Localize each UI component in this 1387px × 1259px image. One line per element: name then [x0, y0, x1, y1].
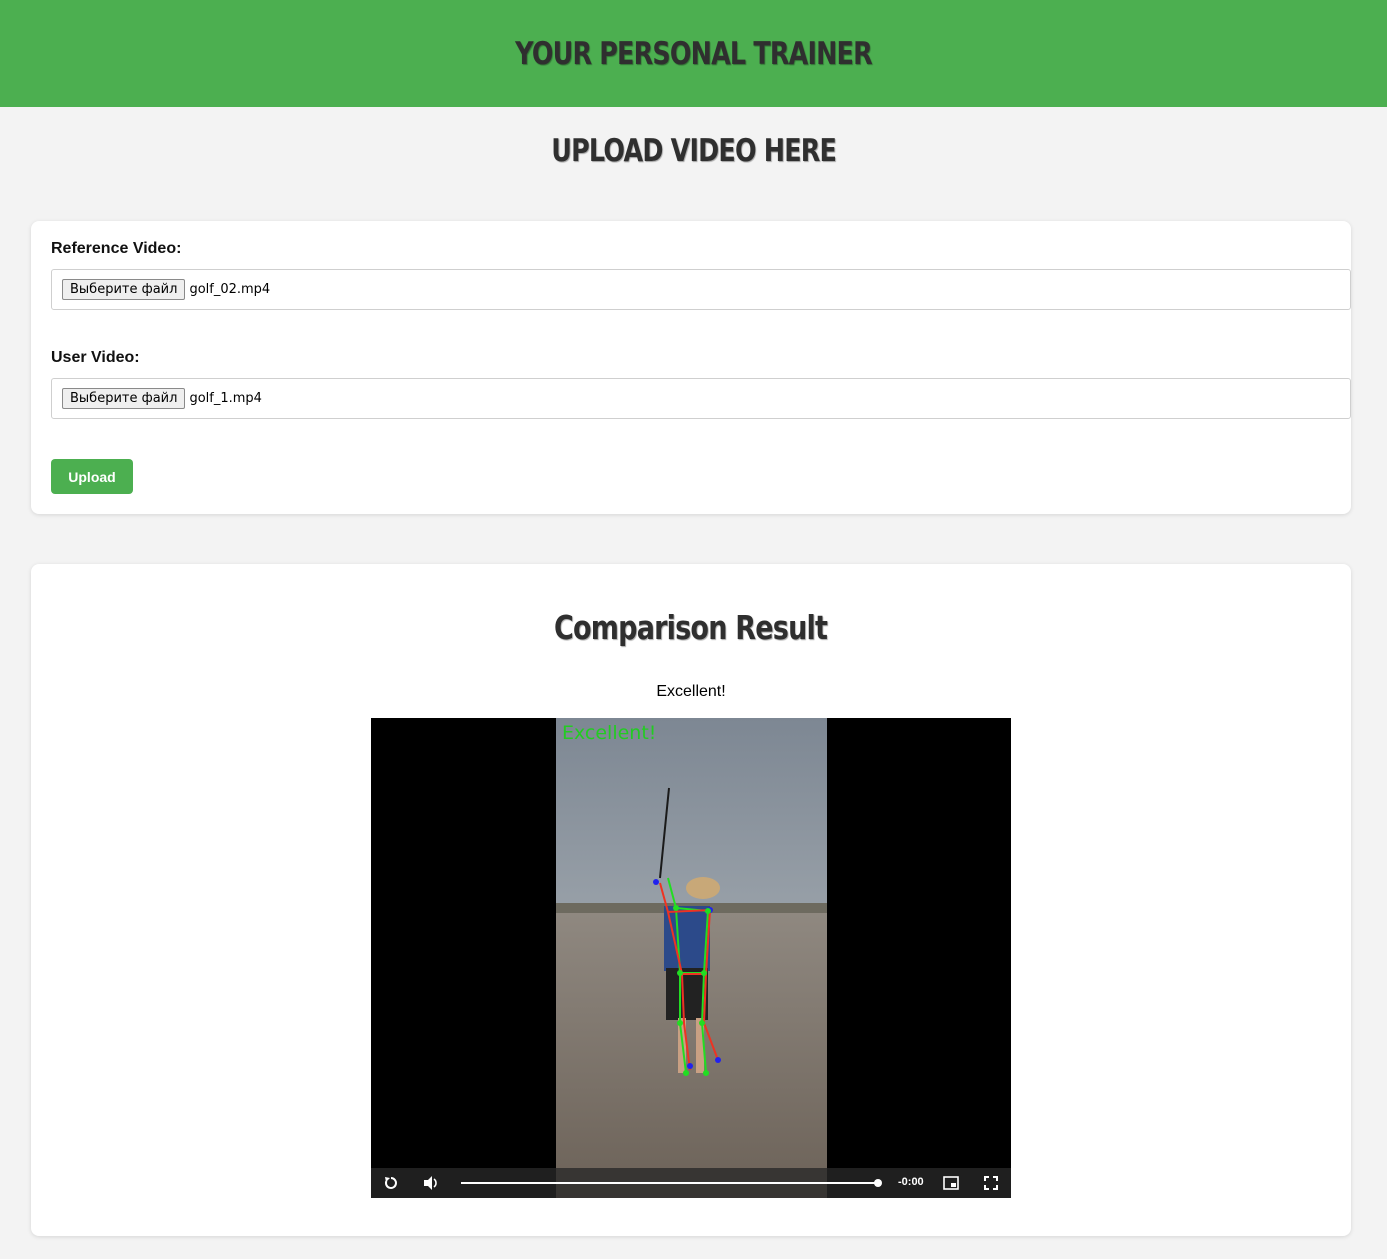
result-video-player[interactable]: Excellent! -0:00: [371, 718, 1011, 1198]
video-progress-handle[interactable]: [874, 1179, 882, 1187]
video-overlay-text: Excellent!: [562, 722, 656, 744]
video-time-remaining: -0:00: [898, 1176, 924, 1188]
user-video-label: User Video:: [51, 349, 140, 366]
fullscreen-icon[interactable]: [981, 1174, 1001, 1192]
reference-video-label: Reference Video:: [51, 240, 182, 257]
page-title: UPLOAD VIDEO HERE: [551, 133, 837, 169]
result-message: Excellent!: [656, 683, 726, 700]
app-header: YOUR PERSONAL TRAINER: [0, 0, 1387, 107]
result-title: Comparison Result: [554, 608, 828, 647]
video-progress-bar[interactable]: [461, 1182, 879, 1184]
video-frame: Excellent!: [556, 718, 827, 1198]
upload-button[interactable]: Upload: [51, 459, 133, 494]
user-choose-file-button[interactable]: Выберите файл: [62, 388, 186, 409]
reference-choose-file-button[interactable]: Выберите файл: [62, 279, 186, 300]
volume-icon[interactable]: [421, 1174, 441, 1192]
user-video-input[interactable]: Выберите файл golf_1.mp4: [51, 378, 1351, 419]
app-title: YOUR PERSONAL TRAINER: [515, 35, 873, 72]
result-card: Comparison Result Excellent! Excellent! …: [31, 564, 1351, 1236]
page-title-wrap: UPLOAD VIDEO HERE: [0, 107, 1387, 193]
video-controls: -0:00: [371, 1168, 1011, 1198]
user-file-name: golf_1.mp4: [189, 391, 262, 406]
reference-file-name: golf_02.mp4: [189, 282, 271, 297]
picture-in-picture-icon[interactable]: [941, 1174, 961, 1192]
upload-card: Reference Video: Выберите файл golf_02.m…: [31, 221, 1351, 514]
reference-video-input[interactable]: Выберите файл golf_02.mp4: [51, 269, 1351, 310]
result-title-wrap: Comparison Result: [31, 608, 1351, 647]
replay-icon[interactable]: [381, 1174, 401, 1192]
